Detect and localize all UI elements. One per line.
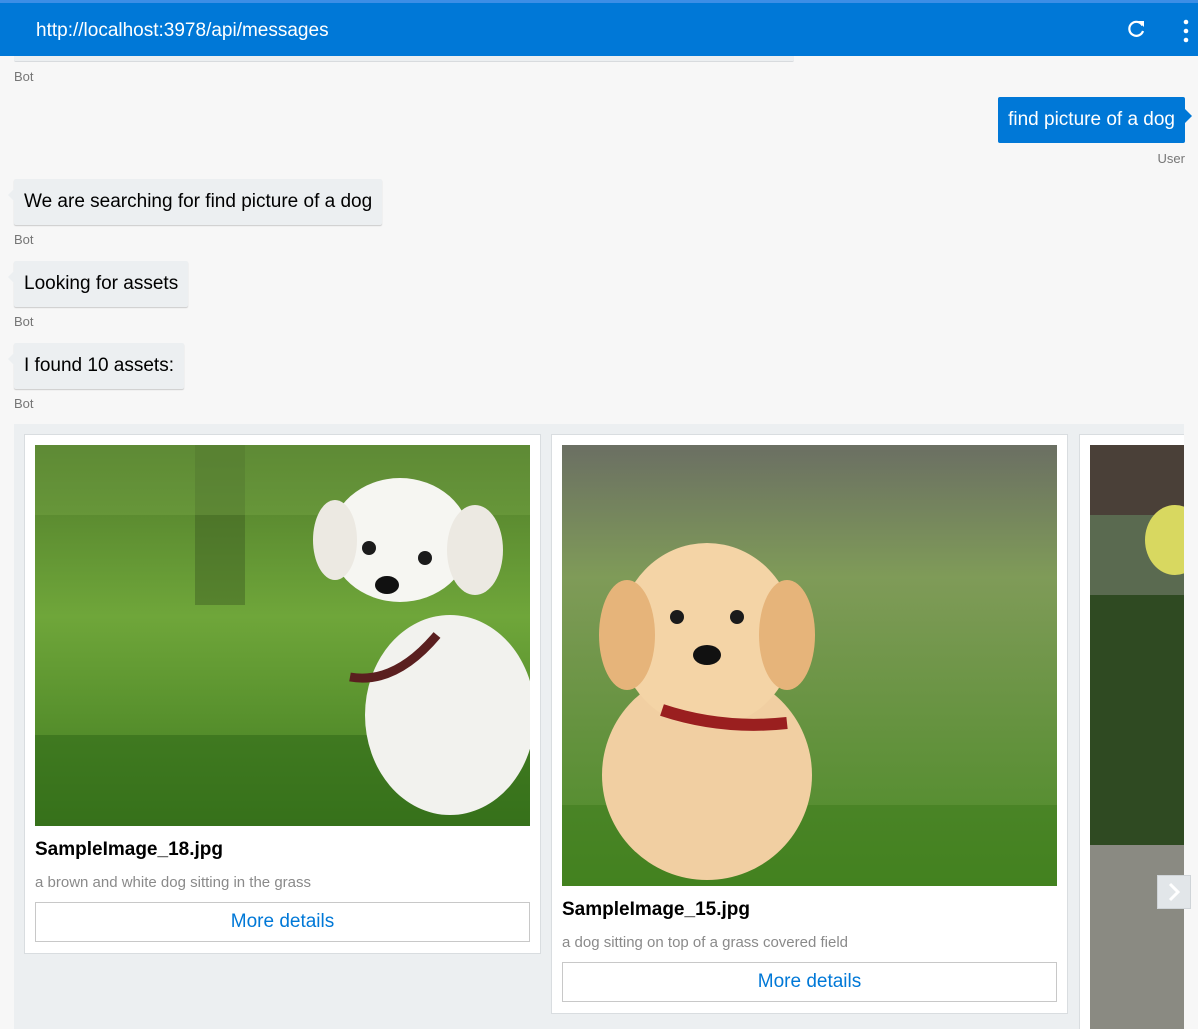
asset-image [1090, 445, 1184, 1029]
more-details-button[interactable]: More details [35, 902, 530, 942]
sender-label: Bot [14, 69, 34, 84]
asset-carousel: SampleImage_18.jpg a brown and white dog… [14, 424, 1184, 1029]
asset-title: SampleImage_18.jpg [35, 839, 223, 860]
sender-label: User [1157, 151, 1185, 166]
sender-label: Bot [14, 396, 34, 411]
more-vertical-icon[interactable] [1180, 19, 1192, 43]
chevron-right-icon [1168, 882, 1181, 902]
bot-message: Looking for assets [7, 261, 189, 307]
asset-card-partial [1079, 434, 1184, 1029]
asset-image [35, 445, 530, 826]
bot-message: I found 10 assets: [8, 343, 184, 389]
more-details-button[interactable]: More details [562, 962, 1057, 1002]
asset-card: SampleImage_15.jpg a dog sitting on top … [551, 434, 1068, 1014]
asset-image [562, 445, 1057, 886]
asset-description: a dog sitting on top of a grass covered … [562, 934, 849, 951]
endpoint-url: http://localhost:3978/api/messages [36, 20, 329, 41]
chat-header: http://localhost:3978/api/messages [0, 0, 1198, 56]
sender-label: Bot [14, 232, 34, 247]
asset-description: a brown and white dog sitting in the gra… [35, 874, 311, 891]
previous-bot-message [14, 56, 794, 62]
asset-title: SampleImage_15.jpg [562, 899, 750, 920]
asset-card: SampleImage_18.jpg a brown and white dog… [24, 434, 541, 954]
carousel-next-button[interactable] [1157, 875, 1191, 909]
bot-message: We are searching for find picture of a d… [7, 179, 383, 225]
user-message: find picture of a dog [998, 97, 1192, 143]
refresh-icon[interactable] [1124, 18, 1148, 42]
sender-label: Bot [14, 314, 34, 329]
